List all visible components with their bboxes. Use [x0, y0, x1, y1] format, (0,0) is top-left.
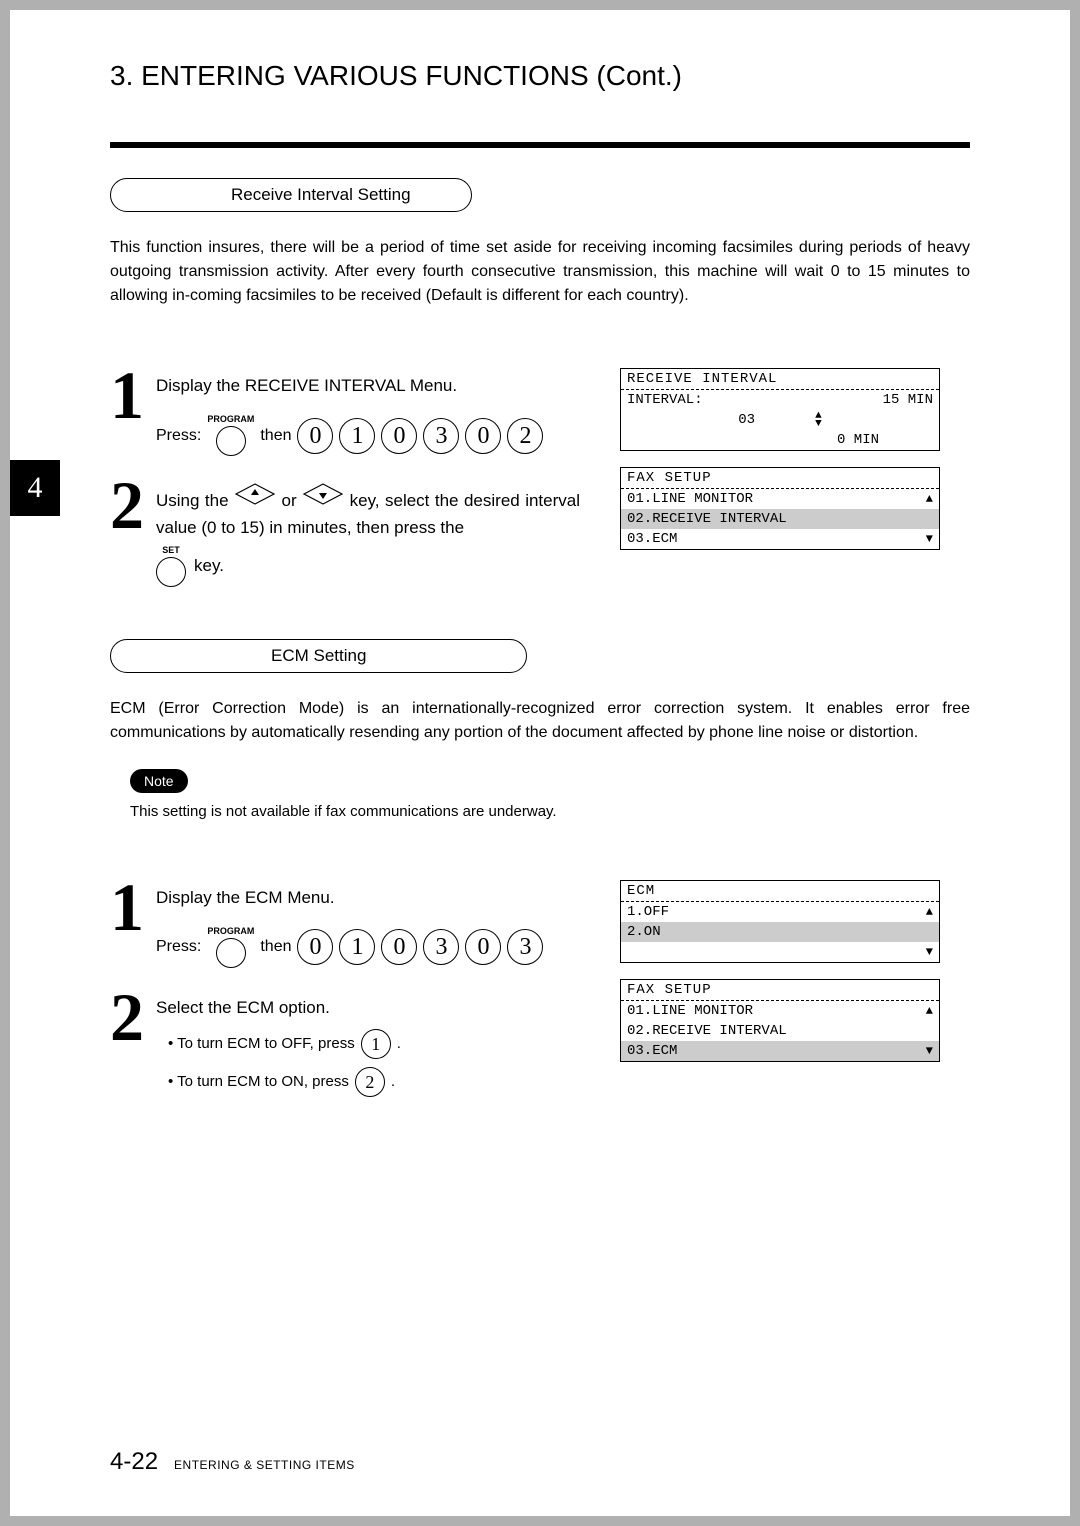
- digit-key: 2: [507, 418, 543, 454]
- page: 4 3. ENTERING VARIOUS FUNCTIONS (Cont.) …: [10, 10, 1070, 1516]
- lcd-fax-setup: FAX SETUP 01.LINE MONITOR▲ 02.RECEIVE IN…: [620, 979, 940, 1062]
- then-label: then: [260, 423, 291, 449]
- digit-key: 3: [423, 418, 459, 454]
- press-label: Press:: [156, 423, 201, 449]
- down-key-icon: [302, 482, 344, 506]
- chapter-title: 3. ENTERING VARIOUS FUNCTIONS (Cont.): [110, 60, 1010, 92]
- up-arrow-icon: ▲: [926, 905, 933, 919]
- up-arrow-icon: ▲: [926, 1004, 933, 1018]
- lcd-column: ECM 1.OFF▲ 2.ON ▼ FAX SETUP 01.LINE MONI…: [600, 880, 940, 1078]
- lcd-title: FAX SETUP: [621, 468, 939, 489]
- footer: 4-22 ENTERING & SETTING ITEMS: [110, 1448, 355, 1476]
- intro-paragraph: ECM (Error Correction Mode) is an intern…: [110, 697, 970, 745]
- set-key: SET: [156, 546, 186, 587]
- step-1: 1 Display the RECEIVE INTERVAL Menu. Pre…: [110, 368, 580, 456]
- step-text: Select the ECM option.: [156, 998, 330, 1017]
- footer-section: ENTERING & SETTING ITEMS: [174, 1458, 355, 1472]
- digit-key: 0: [465, 929, 501, 965]
- step-2: 2 Using the or key, select the desired i…: [110, 478, 580, 586]
- digit-key: 0: [297, 929, 333, 965]
- digit-key: 0: [465, 418, 501, 454]
- section-heading-pill: ECM Setting: [110, 639, 527, 673]
- set-key-icon: [156, 557, 186, 587]
- lcd-title: ECM: [621, 881, 939, 902]
- program-key-icon: [216, 426, 246, 456]
- digit-key: 0: [297, 418, 333, 454]
- step-1: 1 Display the ECM Menu. Press: PROGRAM t…: [110, 880, 580, 968]
- lcd-ecm: ECM 1.OFF▲ 2.ON ▼: [620, 880, 940, 963]
- digit-key: 1: [339, 418, 375, 454]
- step-number: 1: [110, 368, 156, 422]
- digit-key: 0: [381, 929, 417, 965]
- step-2: 2 Select the ECM option. • To turn ECM t…: [110, 990, 580, 1105]
- lcd-highlight: 02.RECEIVE INTERVAL: [621, 509, 939, 529]
- updown-arrow-icon: ▲▼: [815, 412, 822, 428]
- program-key: PROGRAM: [207, 415, 254, 456]
- program-key: PROGRAM: [207, 927, 254, 968]
- digit-key: 0: [381, 418, 417, 454]
- lcd-title: RECEIVE INTERVAL: [621, 369, 939, 390]
- digit-key: 1: [339, 929, 375, 965]
- step-number: 2: [110, 990, 156, 1044]
- then-label: then: [260, 934, 291, 960]
- chapter-tab: 4: [10, 460, 60, 516]
- section-ecm: ECM Setting ECM (Error Correction Mode) …: [110, 639, 970, 1127]
- digit-key: 2: [355, 1067, 385, 1097]
- intro-paragraph: This function insures, there will be a p…: [110, 236, 970, 308]
- step-number: 2: [110, 478, 156, 532]
- section-heading-pill: Receive Interval Setting: [110, 178, 472, 212]
- lcd-title: FAX SETUP: [621, 980, 939, 1001]
- down-arrow-icon: ▼: [926, 1044, 933, 1058]
- section-receive-interval: Receive Interval Setting This function i…: [110, 178, 970, 609]
- step-text: Display the ECM Menu.: [156, 888, 335, 907]
- step-number: 1: [110, 880, 156, 934]
- down-arrow-icon: ▼: [926, 945, 933, 959]
- note-text: This setting is not available if fax com…: [130, 803, 970, 820]
- lcd-receive-interval: RECEIVE INTERVAL INTERVAL:15 MIN 03 ▲▼ 0…: [620, 368, 940, 451]
- lcd-highlight: 2.ON: [621, 922, 939, 942]
- program-key-icon: [216, 938, 246, 968]
- lcd-fax-setup: FAX SETUP 01.LINE MONITOR▲ 02.RECEIVE IN…: [620, 467, 940, 550]
- lcd-column: RECEIVE INTERVAL INTERVAL:15 MIN 03 ▲▼ 0…: [600, 368, 940, 566]
- divider: [110, 142, 970, 148]
- digit-key: 3: [507, 929, 543, 965]
- page-number: 4-22: [110, 1448, 158, 1476]
- note-badge: Note: [130, 769, 188, 793]
- press-label: Press:: [156, 934, 201, 960]
- down-arrow-icon: ▼: [926, 532, 933, 546]
- digit-key: 1: [361, 1029, 391, 1059]
- up-key-icon: [234, 482, 276, 506]
- up-arrow-icon: ▲: [926, 492, 933, 506]
- digit-key: 3: [423, 929, 459, 965]
- step-text: Display the RECEIVE INTERVAL Menu.: [156, 376, 457, 395]
